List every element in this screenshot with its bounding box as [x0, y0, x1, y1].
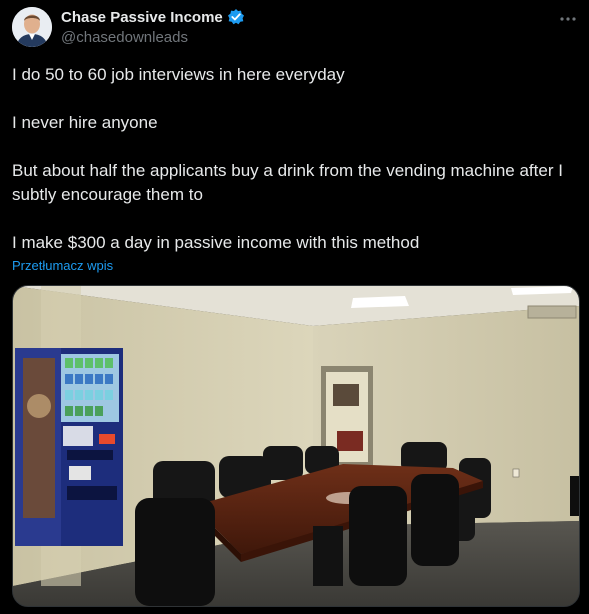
post: Chase Passive Income @chasedownleads I d…	[0, 0, 589, 614]
post-paragraph: I make $300 a day in passive income with…	[12, 233, 420, 252]
author-display-name[interactable]: Chase Passive Income	[61, 9, 223, 26]
more-options-icon	[560, 17, 576, 21]
more-options-button[interactable]	[553, 9, 583, 29]
translate-post-link[interactable]: Przetłumacz wpis	[12, 258, 113, 273]
author-avatar[interactable]	[12, 7, 52, 47]
post-paragraph: But about half the applicants buy a drin…	[12, 161, 563, 204]
post-paragraph: I never hire anyone	[12, 113, 158, 132]
author-name-row: Chase Passive Income	[61, 8, 245, 26]
conference-room-photo	[13, 286, 579, 606]
post-paragraph: I do 50 to 60 job interviews in here eve…	[12, 65, 345, 84]
post-media-image[interactable]	[12, 285, 580, 607]
author-handle[interactable]: @chasedownleads	[61, 29, 188, 46]
post-text: I do 50 to 60 job interviews in here eve…	[12, 63, 582, 279]
profile-photo-icon	[12, 7, 52, 47]
verified-badge-icon	[227, 8, 245, 26]
